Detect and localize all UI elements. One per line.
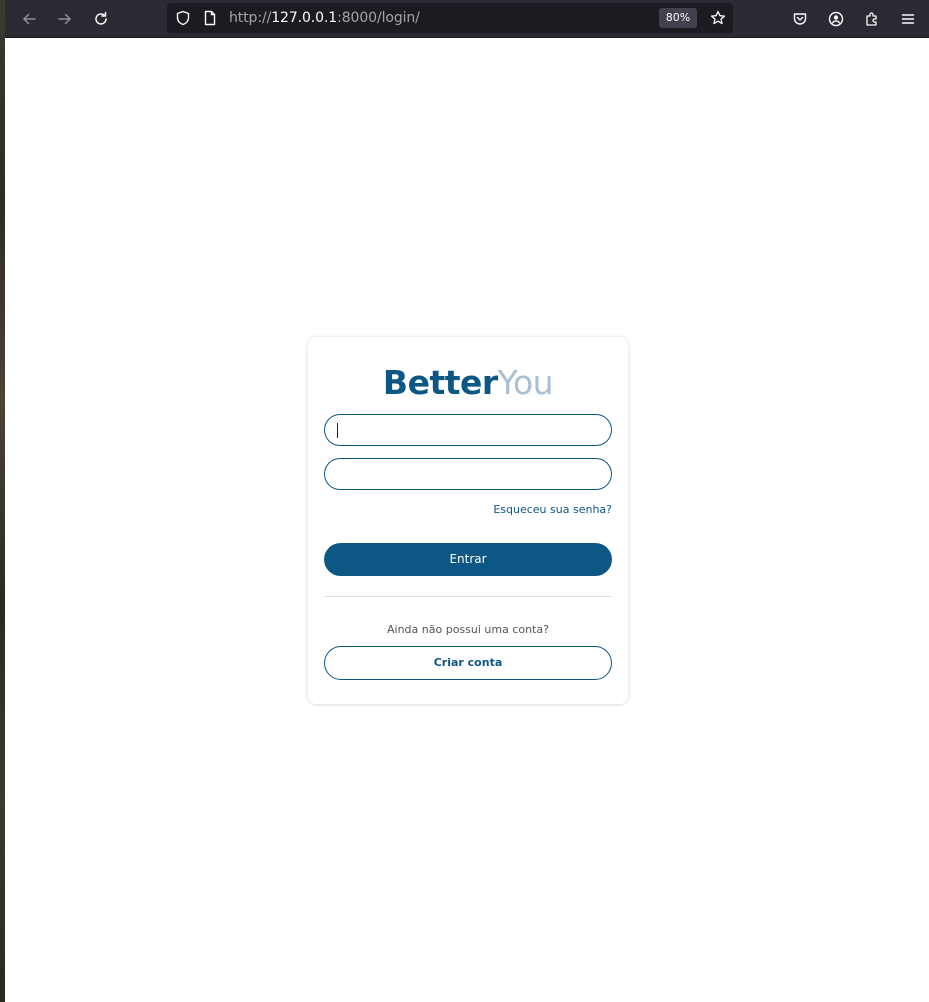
username-input[interactable] <box>324 414 612 446</box>
create-account-button[interactable]: Criar conta <box>324 646 612 680</box>
hamburger-menu-icon <box>901 14 915 24</box>
pocket-button[interactable] <box>786 5 814 33</box>
reload-icon <box>95 11 107 25</box>
url-path: :8000/login/ <box>337 10 420 26</box>
back-button[interactable] <box>15 5 43 33</box>
no-account-text: Ainda não possui uma conta? <box>387 623 549 636</box>
logo-text-light: You <box>497 363 554 402</box>
arrow-right-icon <box>58 13 71 25</box>
logo-text-bold: Better <box>382 363 498 402</box>
puzzle-icon <box>866 12 877 26</box>
account-button[interactable] <box>822 5 850 33</box>
page-icon[interactable] <box>202 10 218 26</box>
extensions-button[interactable] <box>858 5 886 33</box>
brand-logo: BetterYou <box>308 363 628 403</box>
forgot-password-link[interactable]: Esqueceu sua senha? <box>493 503 612 517</box>
star-icon[interactable] <box>710 10 726 26</box>
login-card: BetterYou Esqueceu sua senha? Entrar Ain… <box>308 337 628 704</box>
url-text[interactable]: http://127.0.0.1:8000/login/ <box>229 10 420 26</box>
pocket-icon <box>793 13 807 25</box>
shield-icon[interactable] <box>175 10 191 26</box>
url-scheme: http:// <box>229 10 272 26</box>
browser-toolbar: http://127.0.0.1:8000/login/ 80% <box>5 0 929 38</box>
divider <box>324 596 612 597</box>
url-host: 127.0.0.1 <box>271 10 338 26</box>
browser-window: http://127.0.0.1:8000/login/ 80% BetterY… <box>5 0 929 1002</box>
arrow-left-icon <box>23 13 36 25</box>
zoom-level-badge[interactable]: 80% <box>659 8 697 28</box>
forward-button[interactable] <box>51 5 79 33</box>
login-button[interactable]: Entrar <box>324 543 612 576</box>
password-input[interactable] <box>324 458 612 490</box>
menu-button[interactable] <box>894 5 922 33</box>
account-icon <box>828 11 844 27</box>
address-bar[interactable]: http://127.0.0.1:8000/login/ 80% <box>167 3 733 33</box>
reload-button[interactable] <box>87 5 115 33</box>
text-caret <box>337 423 338 438</box>
